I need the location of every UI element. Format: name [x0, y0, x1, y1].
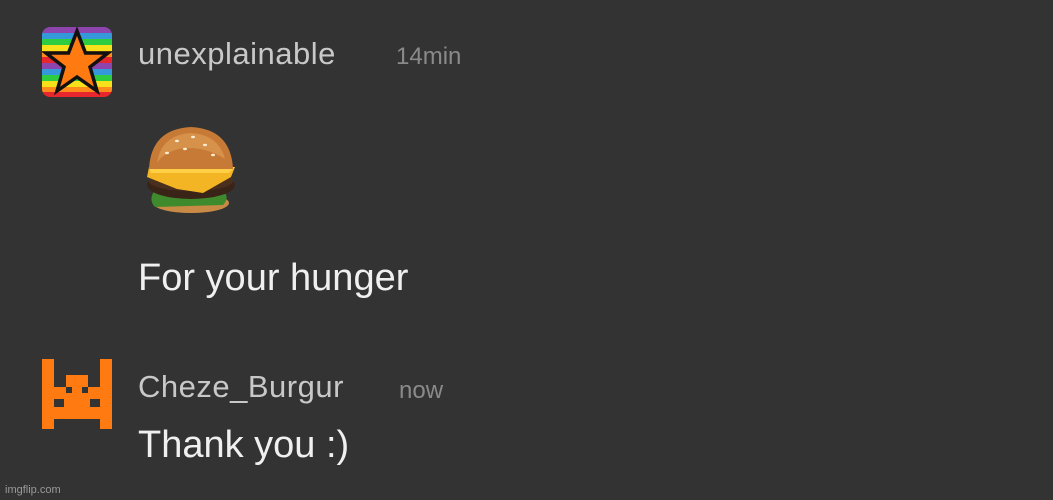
- username[interactable]: unexplainable: [138, 36, 336, 72]
- username[interactable]: Cheze_Burgur: [138, 369, 344, 405]
- rainbow-star-icon[interactable]: [42, 27, 112, 97]
- pixel-creature-icon[interactable]: [42, 359, 112, 429]
- watermark: imgflip.com: [5, 484, 61, 496]
- cheeseburger-icon: [143, 115, 239, 219]
- message-text: For your hunger: [138, 257, 409, 299]
- chat-feed: unexplainable 14min For your hunger Chez…: [0, 0, 1053, 500]
- timestamp: 14min: [396, 43, 462, 70]
- timestamp: now: [399, 377, 444, 404]
- message-text: Thank you :): [138, 424, 350, 466]
